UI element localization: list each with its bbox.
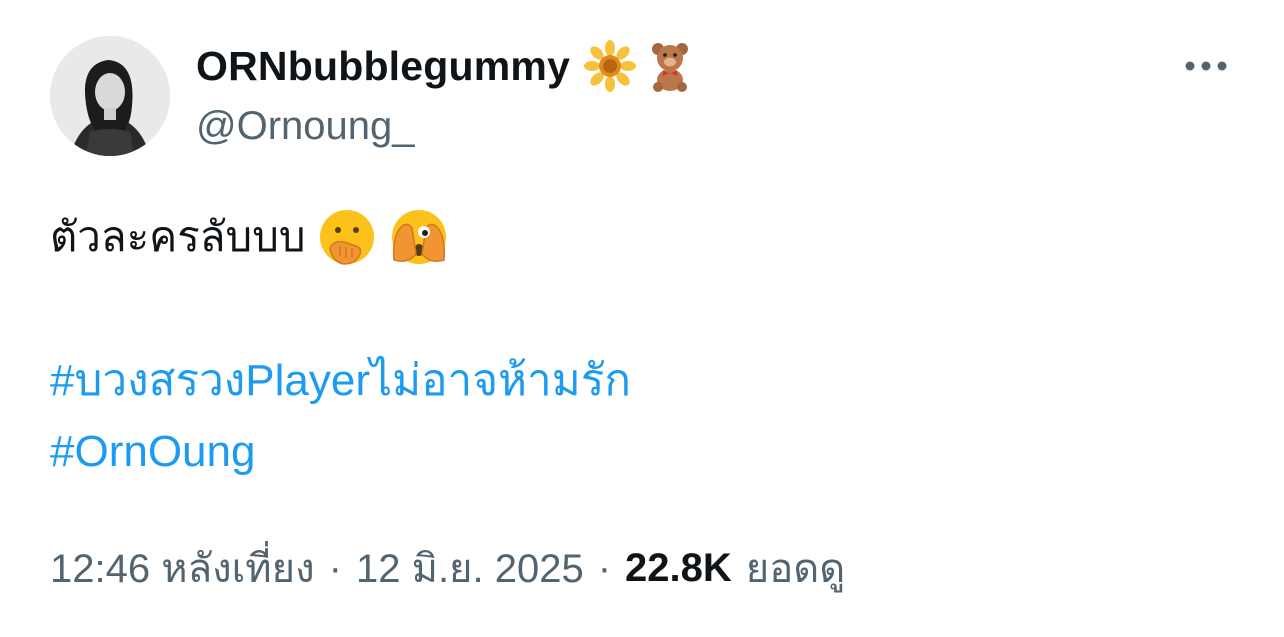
hand-over-mouth-icon: [316, 206, 378, 268]
handle[interactable]: @Ornoung_: [196, 98, 415, 154]
tweet-text-line: ตัวละครลับบบ: [50, 202, 450, 272]
meta-separator: ·: [328, 545, 342, 590]
meta-separator: ·: [597, 545, 612, 590]
tweet-text: ตัวละครลับบบ: [50, 213, 306, 260]
tweet-time[interactable]: 12:46 หลังเที่ยง: [50, 536, 315, 600]
avatar[interactable]: [50, 36, 170, 156]
tweet-meta: 12:46 หลังเที่ยง · 12 มิ.ย. 2025 · 22.8K…: [50, 538, 845, 598]
tweet-card: ORNbubblegummy @Ornoung_ ตัวละครลับบบ #บ…: [0, 0, 1284, 637]
hashtag-link[interactable]: #บวงสรวงPlayerไม่อาจห้ามรัก: [50, 350, 631, 410]
more-options-button[interactable]: [1176, 48, 1236, 84]
avatar-image: [50, 36, 170, 156]
display-name[interactable]: ORNbubblegummy: [196, 43, 570, 90]
display-name-row: ORNbubblegummy: [196, 38, 696, 94]
views-label: ยอดดู: [745, 547, 846, 591]
views-count[interactable]: 22.8K: [625, 546, 732, 591]
sunflower-icon: [584, 40, 637, 92]
peeking-eye-icon: [388, 206, 450, 268]
teddy-bear-icon: [644, 40, 696, 92]
hashtag-link[interactable]: #OrnOung: [50, 422, 255, 482]
more-dots-icon: [1185, 61, 1227, 71]
tweet-date[interactable]: 12 มิ.ย. 2025: [356, 536, 584, 600]
